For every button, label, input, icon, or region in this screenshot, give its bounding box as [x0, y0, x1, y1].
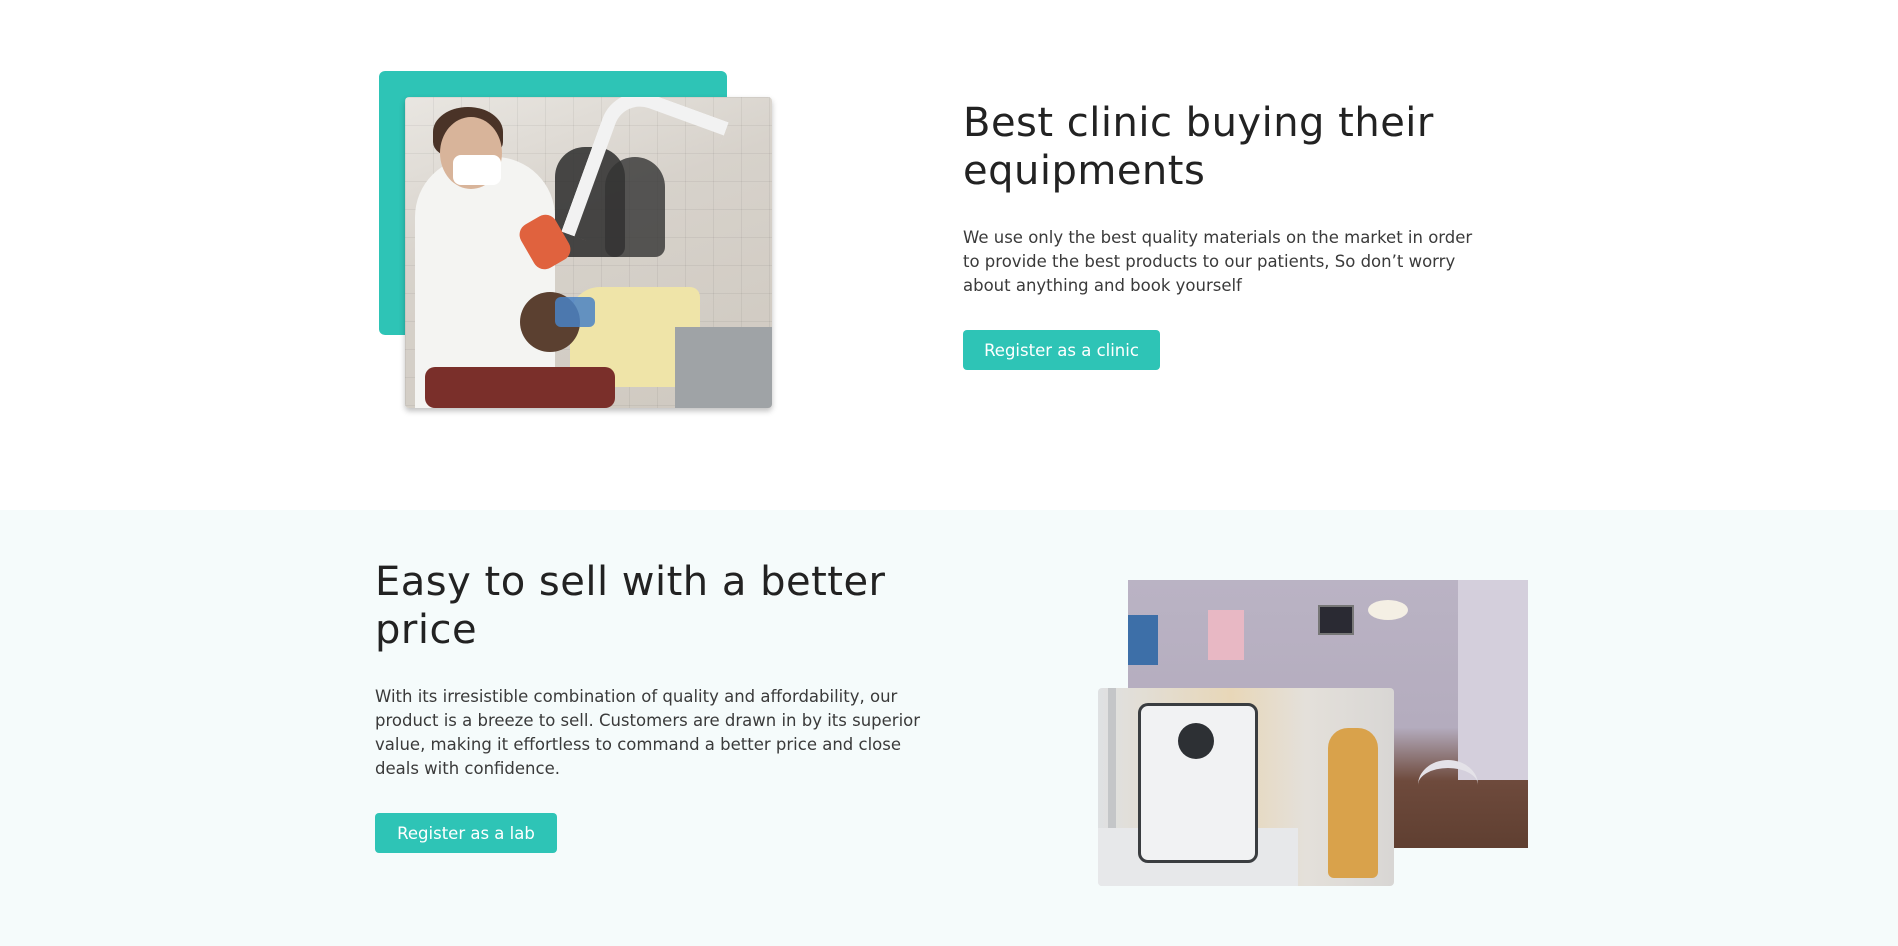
register-lab-button[interactable]: Register as a lab — [375, 813, 557, 853]
clinic-section — [0, 0, 1898, 510]
lab-section-description: With its irresistible combination of qua… — [375, 687, 921, 778]
clinic-section-description: We use only the best quality materials o… — [963, 228, 1473, 295]
dentist-treating-patient-image — [405, 97, 772, 408]
lab-section-title: Easy to sell with a better price — [375, 559, 886, 653]
clinic-section-title: Best clinic buying their equipments — [963, 100, 1434, 194]
register-clinic-button[interactable]: Register as a clinic — [963, 330, 1160, 370]
slit-lamp-equipment-image — [1098, 688, 1394, 886]
lab-section — [0, 510, 1898, 946]
